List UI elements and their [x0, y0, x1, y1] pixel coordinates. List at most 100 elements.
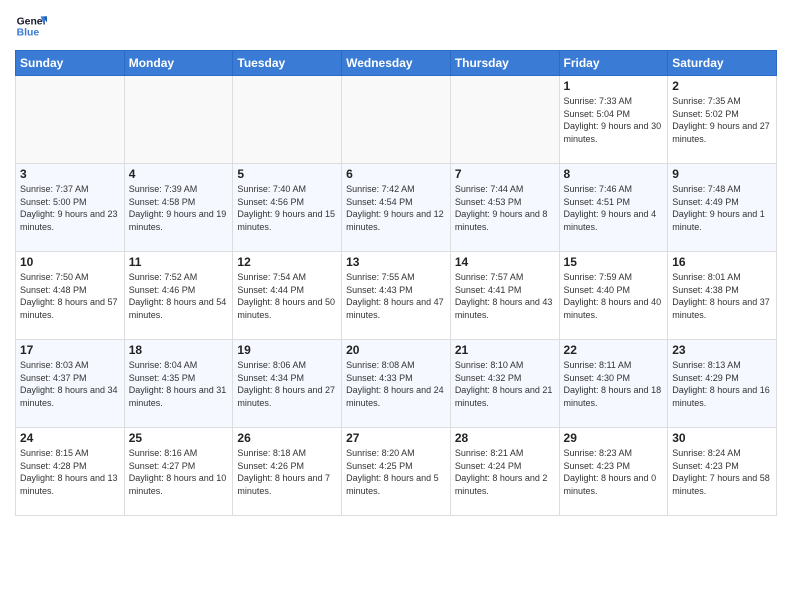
day-number: 22 [564, 343, 664, 357]
day-info: Sunrise: 7:48 AM Sunset: 4:49 PM Dayligh… [672, 183, 772, 233]
weekday-header-sunday: Sunday [16, 51, 125, 76]
day-info: Sunrise: 8:16 AM Sunset: 4:27 PM Dayligh… [129, 447, 229, 497]
calendar-cell: 7 Sunrise: 7:44 AM Sunset: 4:53 PM Daylig… [450, 164, 559, 252]
svg-text:Blue: Blue [17, 28, 40, 39]
page-container: General Blue SundayMondayTuesdayWednesda… [0, 0, 792, 612]
calendar-week-2: 10 Sunrise: 7:50 AM Sunset: 4:48 PM Dayli… [16, 252, 777, 340]
day-info: Sunrise: 7:55 AM Sunset: 4:43 PM Dayligh… [346, 271, 446, 321]
day-info: Sunrise: 8:01 AM Sunset: 4:38 PM Dayligh… [672, 271, 772, 321]
day-info: Sunrise: 8:10 AM Sunset: 4:32 PM Dayligh… [455, 359, 555, 409]
calendar-cell: 23 Sunrise: 8:13 AM Sunset: 4:29 PM Dayli… [668, 340, 777, 428]
day-info: Sunrise: 7:59 AM Sunset: 4:40 PM Dayligh… [564, 271, 664, 321]
day-number: 11 [129, 255, 229, 269]
day-info: Sunrise: 7:57 AM Sunset: 4:41 PM Dayligh… [455, 271, 555, 321]
day-info: Sunrise: 8:24 AM Sunset: 4:23 PM Dayligh… [672, 447, 772, 497]
calendar-cell [342, 76, 451, 164]
day-info: Sunrise: 8:18 AM Sunset: 4:26 PM Dayligh… [237, 447, 337, 497]
calendar-cell: 8 Sunrise: 7:46 AM Sunset: 4:51 PM Daylig… [559, 164, 668, 252]
day-info: Sunrise: 8:04 AM Sunset: 4:35 PM Dayligh… [129, 359, 229, 409]
day-number: 30 [672, 431, 772, 445]
calendar-cell: 11 Sunrise: 7:52 AM Sunset: 4:46 PM Dayli… [124, 252, 233, 340]
calendar-cell: 25 Sunrise: 8:16 AM Sunset: 4:27 PM Dayli… [124, 428, 233, 516]
day-number: 15 [564, 255, 664, 269]
calendar-cell: 26 Sunrise: 8:18 AM Sunset: 4:26 PM Dayli… [233, 428, 342, 516]
day-info: Sunrise: 7:39 AM Sunset: 4:58 PM Dayligh… [129, 183, 229, 233]
calendar-cell [450, 76, 559, 164]
calendar-week-4: 24 Sunrise: 8:15 AM Sunset: 4:28 PM Dayli… [16, 428, 777, 516]
day-number: 10 [20, 255, 120, 269]
day-number: 25 [129, 431, 229, 445]
day-info: Sunrise: 7:46 AM Sunset: 4:51 PM Dayligh… [564, 183, 664, 233]
calendar-cell: 9 Sunrise: 7:48 AM Sunset: 4:49 PM Daylig… [668, 164, 777, 252]
day-number: 1 [564, 79, 664, 93]
calendar-cell: 27 Sunrise: 8:20 AM Sunset: 4:25 PM Dayli… [342, 428, 451, 516]
day-number: 13 [346, 255, 446, 269]
day-info: Sunrise: 8:13 AM Sunset: 4:29 PM Dayligh… [672, 359, 772, 409]
day-number: 27 [346, 431, 446, 445]
day-number: 21 [455, 343, 555, 357]
day-number: 14 [455, 255, 555, 269]
day-info: Sunrise: 8:23 AM Sunset: 4:23 PM Dayligh… [564, 447, 664, 497]
day-number: 4 [129, 167, 229, 181]
day-info: Sunrise: 7:40 AM Sunset: 4:56 PM Dayligh… [237, 183, 337, 233]
calendar-cell: 4 Sunrise: 7:39 AM Sunset: 4:58 PM Daylig… [124, 164, 233, 252]
day-number: 23 [672, 343, 772, 357]
calendar-cell [233, 76, 342, 164]
day-number: 16 [672, 255, 772, 269]
calendar-cell: 13 Sunrise: 7:55 AM Sunset: 4:43 PM Dayli… [342, 252, 451, 340]
calendar-cell: 29 Sunrise: 8:23 AM Sunset: 4:23 PM Dayli… [559, 428, 668, 516]
weekday-header-saturday: Saturday [668, 51, 777, 76]
calendar-cell: 5 Sunrise: 7:40 AM Sunset: 4:56 PM Daylig… [233, 164, 342, 252]
day-number: 7 [455, 167, 555, 181]
day-info: Sunrise: 8:06 AM Sunset: 4:34 PM Dayligh… [237, 359, 337, 409]
weekday-header-tuesday: Tuesday [233, 51, 342, 76]
day-number: 26 [237, 431, 337, 445]
day-number: 5 [237, 167, 337, 181]
day-info: Sunrise: 8:20 AM Sunset: 4:25 PM Dayligh… [346, 447, 446, 497]
day-info: Sunrise: 8:21 AM Sunset: 4:24 PM Dayligh… [455, 447, 555, 497]
calendar-cell: 2Sunrise: 7:35 AM Sunset: 5:02 PM Daylig… [668, 76, 777, 164]
calendar-cell: 24 Sunrise: 8:15 AM Sunset: 4:28 PM Dayli… [16, 428, 125, 516]
day-number: 29 [564, 431, 664, 445]
day-info: Sunrise: 8:11 AM Sunset: 4:30 PM Dayligh… [564, 359, 664, 409]
logo: General Blue [15, 10, 47, 42]
day-number: 28 [455, 431, 555, 445]
day-info: Sunrise: 7:33 AM Sunset: 5:04 PM Dayligh… [564, 95, 664, 145]
day-info: Sunrise: 7:42 AM Sunset: 4:54 PM Dayligh… [346, 183, 446, 233]
day-info: Sunrise: 8:15 AM Sunset: 4:28 PM Dayligh… [20, 447, 120, 497]
calendar-cell: 30 Sunrise: 8:24 AM Sunset: 4:23 PM Dayli… [668, 428, 777, 516]
calendar-cell: 1 Sunrise: 7:33 AM Sunset: 5:04 PM Daylig… [559, 76, 668, 164]
day-number: 9 [672, 167, 772, 181]
day-info: Sunrise: 7:50 AM Sunset: 4:48 PM Dayligh… [20, 271, 120, 321]
calendar-table: SundayMondayTuesdayWednesdayThursdayFrid… [15, 50, 777, 516]
day-number: 8 [564, 167, 664, 181]
calendar-cell: 28 Sunrise: 8:21 AM Sunset: 4:24 PM Dayli… [450, 428, 559, 516]
calendar-cell: 20 Sunrise: 8:08 AM Sunset: 4:33 PM Dayli… [342, 340, 451, 428]
calendar-cell: 12Sunrise: 7:54 AM Sunset: 4:44 PM Dayli… [233, 252, 342, 340]
calendar-cell [16, 76, 125, 164]
day-number: 24 [20, 431, 120, 445]
day-info: Sunrise: 7:44 AM Sunset: 4:53 PM Dayligh… [455, 183, 555, 233]
day-number: 12 [237, 255, 337, 269]
day-info: Sunrise: 8:08 AM Sunset: 4:33 PM Dayligh… [346, 359, 446, 409]
day-number: 6 [346, 167, 446, 181]
calendar-cell: 21 Sunrise: 8:10 AM Sunset: 4:32 PM Dayli… [450, 340, 559, 428]
calendar-cell: 14 Sunrise: 7:57 AM Sunset: 4:41 PM Dayli… [450, 252, 559, 340]
logo-icon: General Blue [15, 10, 47, 42]
calendar-cell: 17Sunrise: 8:03 AM Sunset: 4:37 PM Dayli… [16, 340, 125, 428]
calendar-cell [124, 76, 233, 164]
calendar-cell: 16 Sunrise: 8:01 AM Sunset: 4:38 PM Dayli… [668, 252, 777, 340]
calendar-cell: 6 Sunrise: 7:42 AM Sunset: 4:54 PM Daylig… [342, 164, 451, 252]
day-number: 3 [20, 167, 120, 181]
day-info: Sunrise: 7:52 AM Sunset: 4:46 PM Dayligh… [129, 271, 229, 321]
weekday-header-monday: Monday [124, 51, 233, 76]
calendar-cell: 18 Sunrise: 8:04 AM Sunset: 4:35 PM Dayli… [124, 340, 233, 428]
day-number: 20 [346, 343, 446, 357]
day-number: 18 [129, 343, 229, 357]
calendar-cell: 10 Sunrise: 7:50 AM Sunset: 4:48 PM Dayli… [16, 252, 125, 340]
weekday-header-wednesday: Wednesday [342, 51, 451, 76]
day-info: Sunrise: 7:35 AM Sunset: 5:02 PM Dayligh… [672, 95, 772, 145]
header: General Blue [15, 10, 777, 42]
calendar-week-1: 3Sunrise: 7:37 AM Sunset: 5:00 PM Daylig… [16, 164, 777, 252]
weekday-header-friday: Friday [559, 51, 668, 76]
